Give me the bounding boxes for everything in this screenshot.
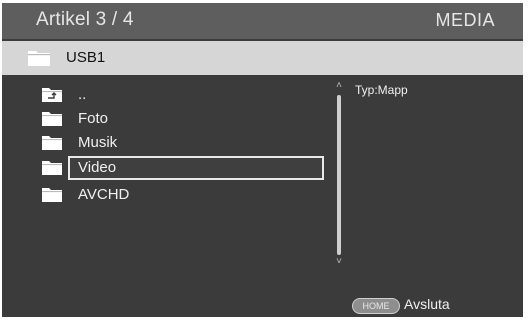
current-path-label: USB1 xyxy=(66,49,106,66)
scroll-down-icon[interactable]: ˅ xyxy=(334,257,344,267)
folder-icon xyxy=(42,187,62,207)
exit-hint-label: Avsluta xyxy=(404,296,450,312)
folder-icon xyxy=(42,135,62,155)
current-path-bar: USB1 xyxy=(2,41,523,75)
list-item-label: Foto xyxy=(78,110,109,127)
list-item-video[interactable]: Video xyxy=(42,156,324,180)
list-item-musik[interactable]: Musik xyxy=(42,131,324,155)
mode-label: MEDIA xyxy=(435,10,495,30)
list-scrollbar[interactable]: ˄ ˅ xyxy=(334,81,344,267)
list-item-label: Musik xyxy=(78,134,118,151)
list-item-avchd[interactable]: AVCHD xyxy=(42,183,324,207)
folder-icon xyxy=(42,160,62,180)
folder-icon xyxy=(28,50,50,71)
folder-list: .. Foto Musik Video AVCHD xyxy=(2,79,332,229)
home-key-icon: HOME xyxy=(352,298,400,314)
scroll-up-icon[interactable]: ˄ xyxy=(334,81,344,91)
list-item-label: .. xyxy=(78,86,87,103)
scroll-track[interactable] xyxy=(337,95,341,255)
list-item-label: AVCHD xyxy=(78,186,130,203)
list-item-foto[interactable]: Foto xyxy=(42,107,324,131)
item-counter-title: Artikel 3 / 4 xyxy=(36,9,134,30)
header-bar: Artikel 3 / 4 MEDIA xyxy=(2,3,523,39)
list-item-label: Video xyxy=(78,159,117,176)
folder-icon xyxy=(42,111,62,131)
item-type-info: Typ:Mapp xyxy=(355,83,408,97)
media-browser-screen: Artikel 3 / 4 MEDIA USB1 .. Foto Musik V… xyxy=(2,3,523,317)
parent-folder-icon xyxy=(42,87,62,107)
list-item-parent[interactable]: .. xyxy=(42,83,324,107)
